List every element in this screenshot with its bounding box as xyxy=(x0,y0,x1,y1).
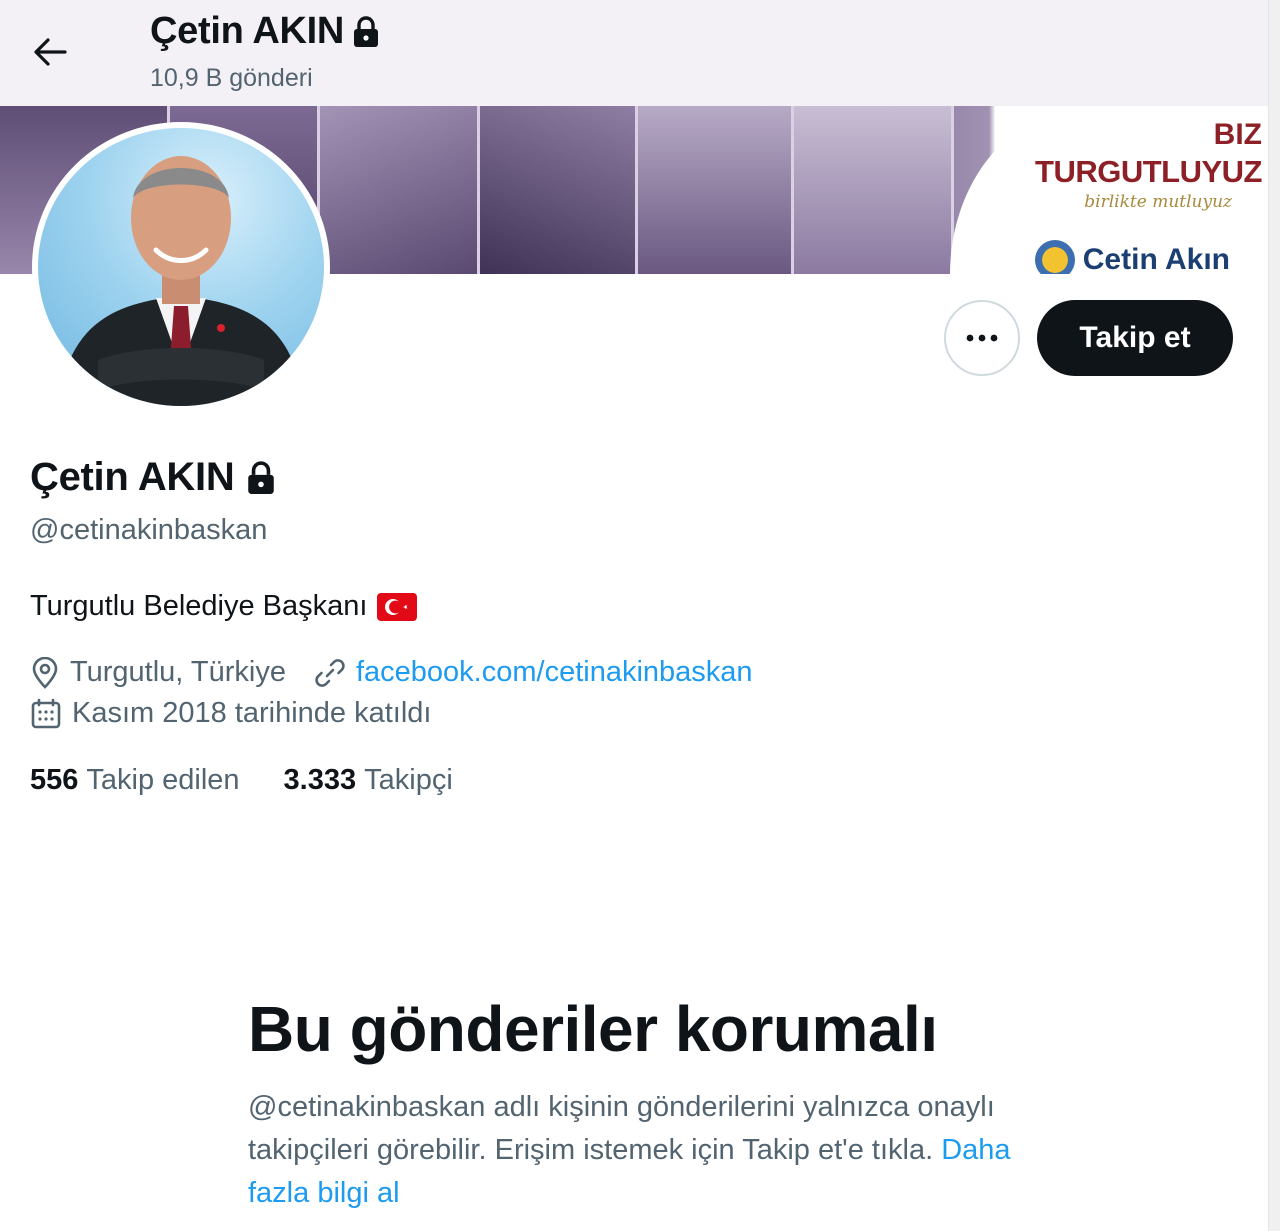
followers-count: 3.333 xyxy=(283,764,357,796)
following-link[interactable]: 556 Takip edilen xyxy=(30,764,240,797)
location-pin-icon xyxy=(32,656,58,689)
banner-logo-line2: TURGUTLUYUZ xyxy=(1035,154,1262,189)
calendar-icon xyxy=(31,698,61,728)
profile-handle: @cetinakinbaskan xyxy=(30,514,268,546)
banner-photo-panel xyxy=(480,106,638,274)
arrow-left-icon xyxy=(34,38,67,66)
website-item: facebook.com/cetinakinbaskan xyxy=(314,656,753,689)
turkey-flag-icon xyxy=(377,592,418,621)
banner-photo-panel xyxy=(794,106,954,274)
profile-joined-row: Kasım 2018 tarihinde katıldı xyxy=(30,697,459,730)
profile-header-bar: Çetin AKIN 10,9 B gönderi xyxy=(0,0,1268,106)
protected-posts-text: @cetinakinbaskan adlı kişinin gönderiler… xyxy=(248,1091,995,1166)
follow-button[interactable]: Takip et xyxy=(1037,300,1233,376)
header-display-name: Çetin AKIN xyxy=(150,10,380,53)
lock-icon xyxy=(354,15,379,47)
website-link[interactable]: facebook.com/cetinakinbaskan xyxy=(356,656,753,689)
banner-logo-name-text: Cetin Akın xyxy=(1082,243,1230,274)
location-item: Turgutlu, Türkiye xyxy=(30,656,286,689)
link-icon xyxy=(315,658,345,687)
municipality-seal-icon xyxy=(1034,240,1075,274)
profile-meta-row: Turgutlu, Türkiye facebook.com/cetinakin… xyxy=(30,656,781,689)
banner-logo-script: birlikte mutluyuz xyxy=(1084,192,1232,212)
profile-photo xyxy=(58,156,304,406)
follow-stats: 556 Takip edilen 3.333 Takipçi xyxy=(30,764,453,797)
profile-display-name: Çetin AKIN xyxy=(30,455,276,500)
banner-logo-line1: BIZ xyxy=(1213,118,1262,151)
lock-icon xyxy=(248,460,275,494)
protected-posts-message: @cetinakinbaskan adlı kişinin gönderiler… xyxy=(248,1086,1038,1215)
back-button[interactable] xyxy=(26,30,74,74)
banner-photo-panel xyxy=(638,106,794,274)
profile-name-text: Çetin AKIN xyxy=(30,455,235,499)
avatar[interactable] xyxy=(32,122,330,412)
joined-text: Kasım 2018 tarihinde katıldı xyxy=(72,697,432,729)
more-options-button[interactable] xyxy=(944,300,1020,376)
banner-photo-panel xyxy=(320,106,480,274)
protected-posts-title: Bu gönderiler korumalı xyxy=(248,993,938,1065)
scrollbar-track[interactable] xyxy=(1268,0,1280,1231)
following-count: 556 xyxy=(30,764,79,796)
banner-logo-name: Cetin Akın xyxy=(1034,240,1230,274)
location-text: Turgutlu, Türkiye xyxy=(70,656,286,688)
followers-label: Takipçi xyxy=(364,764,453,796)
joined-item: Kasım 2018 tarihinde katıldı xyxy=(30,697,431,730)
following-label: Takip edilen xyxy=(86,764,240,796)
more-horizontal-icon xyxy=(966,334,998,342)
followers-link[interactable]: 3.333 Takipçi xyxy=(284,764,453,797)
posts-count: 10,9 B gönderi xyxy=(150,64,313,92)
profile-bio: Turgutlu Belediye Başkanı xyxy=(30,590,418,623)
header-name-text: Çetin AKIN xyxy=(150,10,345,52)
bio-text: Turgutlu Belediye Başkanı xyxy=(30,590,368,622)
banner-campaign-logo: BIZ TURGUTLUYUZ birlikte mutluyuz Cetin … xyxy=(950,106,1268,274)
